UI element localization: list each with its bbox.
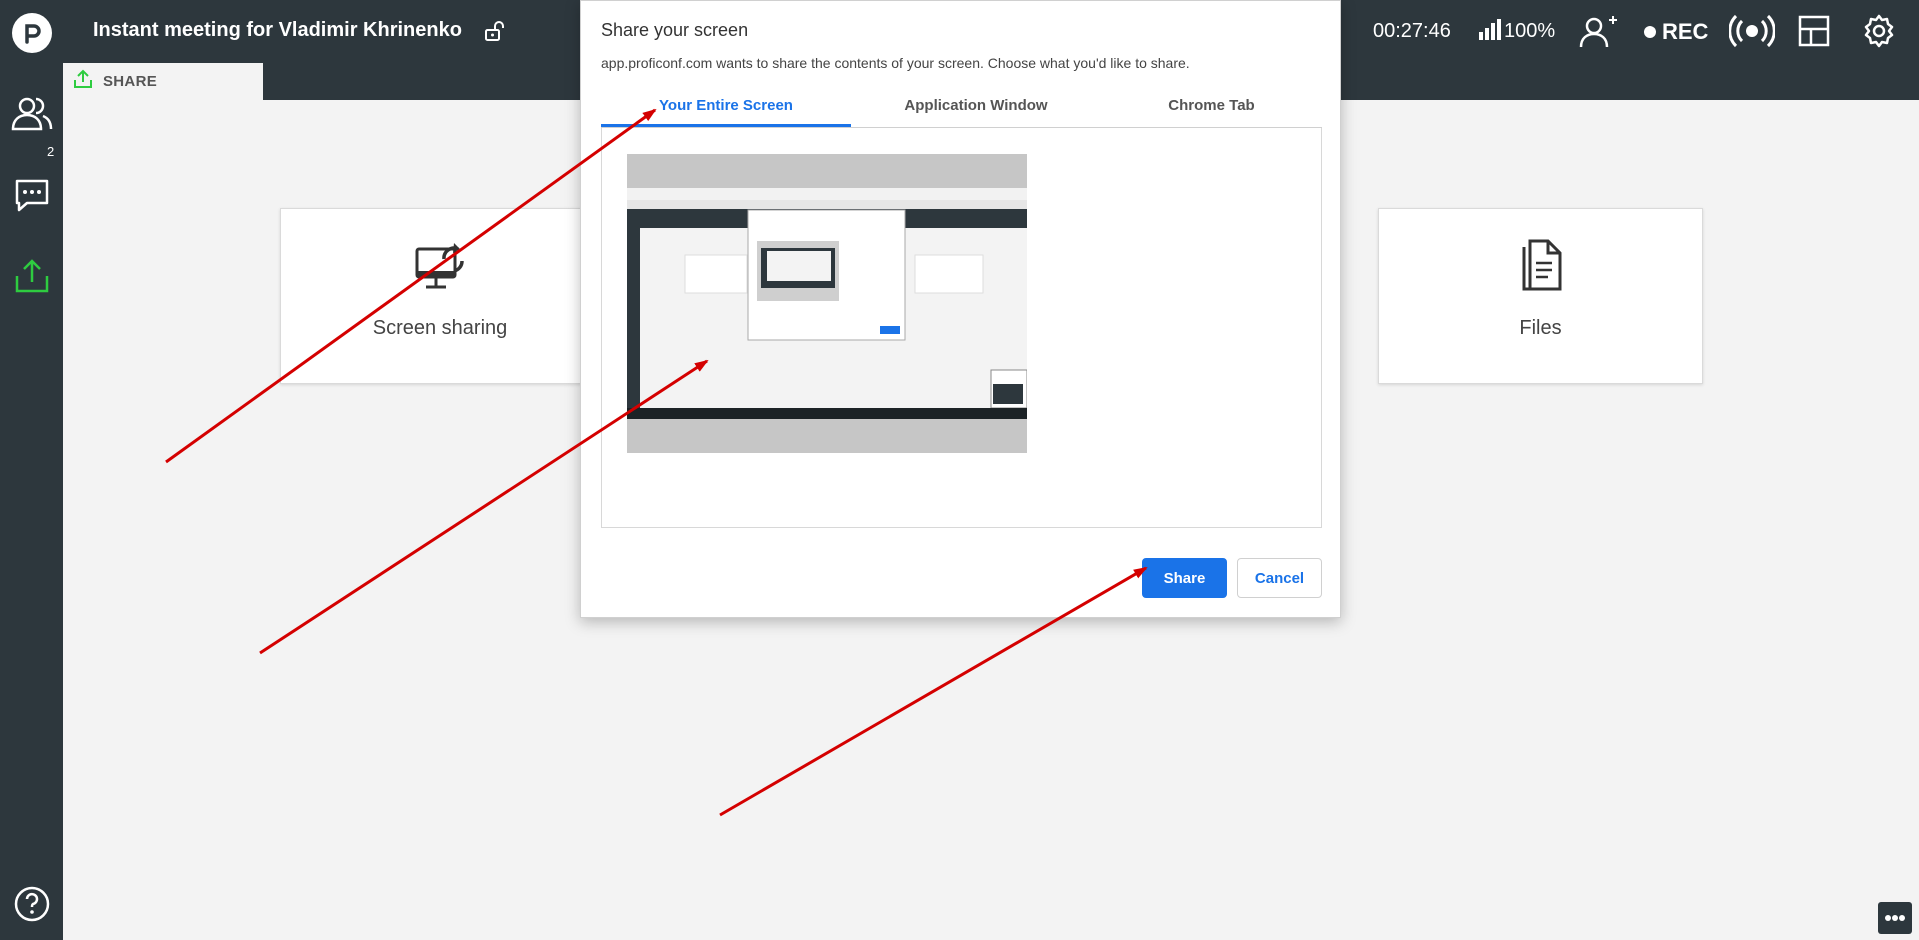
help-icon[interactable]: [13, 885, 51, 928]
entire-screen-thumbnail[interactable]: [627, 154, 1027, 453]
files-card[interactable]: Files: [1378, 208, 1703, 384]
more-options-button[interactable]: [1878, 902, 1912, 934]
tab-share-label: SHARE: [103, 73, 158, 90]
share-button[interactable]: Share: [1142, 558, 1227, 598]
settings-gear-icon[interactable]: [1861, 13, 1897, 54]
record-dot-icon: [1644, 26, 1656, 38]
active-tab-indicator: [601, 124, 851, 127]
screen-sharing-label: Screen sharing: [372, 317, 508, 339]
tab-chrome-tab[interactable]: Chrome Tab: [1101, 97, 1322, 127]
sidebar-item-chat[interactable]: [10, 175, 54, 219]
broadcast-icon[interactable]: [1728, 13, 1776, 54]
meeting-title: Instant meeting for Vladimir Khrinenko: [93, 19, 462, 41]
left-sidebar: 2: [0, 63, 63, 940]
preview-panel: [601, 128, 1322, 528]
cancel-button[interactable]: Cancel: [1237, 558, 1322, 598]
add-user-icon[interactable]: [1578, 14, 1618, 55]
share-screen-dialog: Share your screen app.proficonf.com want…: [580, 0, 1341, 618]
participants-count-badge: 2: [47, 144, 55, 159]
unlock-icon[interactable]: [483, 18, 509, 49]
more-dots-icon: [1884, 909, 1906, 927]
share-icon: [14, 258, 50, 299]
tab-application-window[interactable]: Application Window: [851, 97, 1101, 127]
tab-entire-screen[interactable]: Your Entire Screen: [601, 97, 851, 127]
tab-share[interactable]: SHARE: [63, 63, 263, 100]
share-upload-icon: [73, 69, 93, 94]
sidebar-item-participants[interactable]: [10, 93, 54, 137]
sidebar-item-share[interactable]: [10, 256, 54, 300]
layout-icon[interactable]: [1798, 15, 1830, 52]
proficonf-logo[interactable]: [12, 13, 52, 53]
chat-icon: [14, 178, 50, 217]
dialog-description: app.proficonf.com wants to share the con…: [601, 55, 1190, 71]
screen-sharing-card[interactable]: Screen sharing: [280, 208, 600, 384]
signal-icon: [1478, 18, 1502, 47]
file-icon: [1520, 239, 1564, 296]
signal-strength: 100%: [1504, 20, 1556, 42]
screen-share-icon: [414, 241, 470, 302]
dialog-title: Share your screen: [601, 20, 749, 40]
participants-icon: [11, 95, 53, 136]
record-label: REC: [1662, 19, 1709, 44]
files-label: Files: [1519, 317, 1562, 339]
meeting-timer: 00:27:46: [1373, 20, 1451, 42]
record-indicator[interactable]: REC: [1644, 19, 1708, 45]
